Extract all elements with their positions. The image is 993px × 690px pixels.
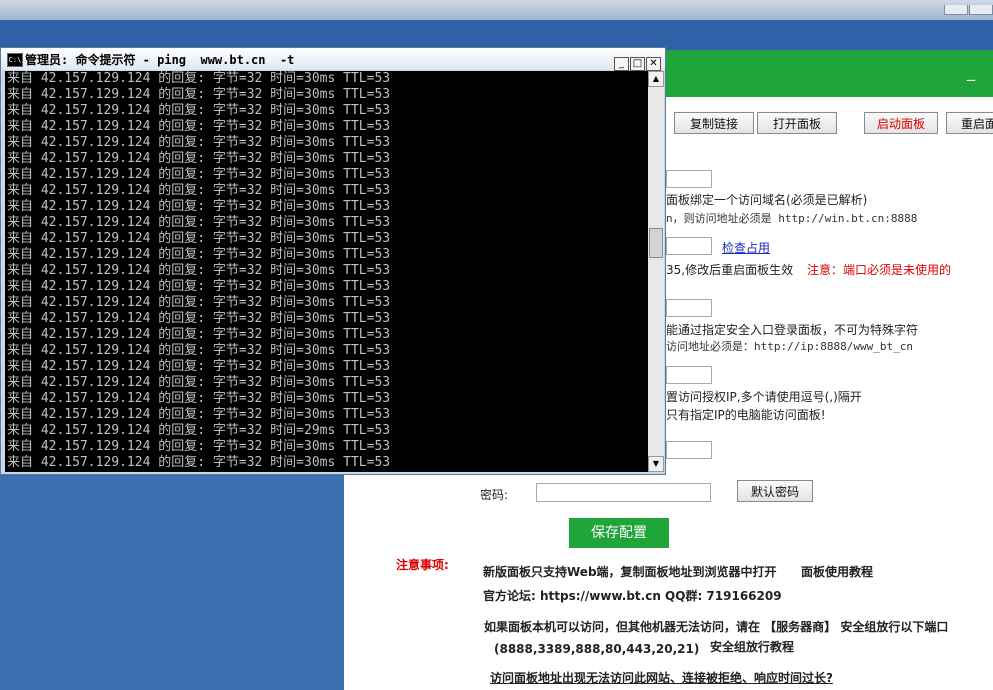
ip-hint-2: 只有指定IP的电脑能访问面板! [666,408,826,422]
cmd-title: 管理员: 命令提示符 - ping www.bt.cn -t [25,53,295,67]
cmd-output-line: 来自 42.157.129.124 的回复: 字节=32 时间=30ms TTL… [7,327,391,342]
minimize-icon[interactable]: _ [967,62,975,81]
cmd-output-line: 来自 42.157.129.124 的回复: 字节=32 时间=30ms TTL… [7,167,391,182]
check-port-link[interactable]: 检查占用 [722,239,770,256]
authorized-ip-input[interactable] [666,366,712,384]
restart-panel-button[interactable]: 重启面 [946,112,993,134]
note-web-only: 新版面板只支持Web端，复制面板地址到浏览器中打开 [483,565,777,579]
cmd-output-line: 来自 42.157.129.124 的回复: 字节=32 时间=30ms TTL… [7,183,391,198]
security-entry-input[interactable] [666,299,712,317]
top-window-edge [0,0,993,21]
scroll-up-icon[interactable]: ▲ [648,71,664,87]
password-input[interactable] [536,483,711,502]
domain-input[interactable] [666,170,712,188]
top-window-controls[interactable] [943,0,993,15]
minimize-icon[interactable]: _ [614,57,629,71]
username-input[interactable] [666,441,712,459]
desktop-background [0,20,993,50]
cmd-output-line: 来自 42.157.129.124 的回复: 字节=32 时间=30ms TTL… [7,215,391,230]
cmd-window-controls: _ □ ✕ [613,51,661,71]
cmd-output-line: 来自 42.157.129.124 的回复: 字节=32 时间=30ms TTL… [7,407,391,422]
password-label: 密码: [480,488,509,502]
cmd-output-line: 来自 42.157.129.124 的回复: 字节=32 时间=30ms TTL… [7,455,391,470]
cmd-output-line: 来自 42.157.129.124 的回复: 字节=32 时间=30ms TTL… [7,375,391,390]
close-icon[interactable]: ✕ [646,57,661,71]
cmd-output-line: 来自 42.157.129.124 的回复: 字节=32 时间=30ms TTL… [7,119,391,134]
scroll-thumb[interactable] [649,228,663,258]
entry-example: 访问地址必须是：http://ip:8888/www_bt_cn [666,340,913,353]
cmd-output-line: 来自 42.157.129.124 的回复: 字节=32 时间=30ms TTL… [7,439,391,454]
cmd-output[interactable]: 来自 42.157.129.124 的回复: 字节=32 时间=30ms TTL… [5,71,648,472]
port-hint: 35,修改后重启面板生效 [666,263,794,277]
cmd-output-line: 来自 42.157.129.124 的回复: 字节=32 时间=30ms TTL… [7,199,391,214]
access-issue-link[interactable]: 访问面板地址出现无法访问此网站、连接被拒绝、响应时间过长? [490,669,833,686]
port-input[interactable] [666,237,712,255]
start-panel-button[interactable]: 启动面板 [864,112,938,134]
cmd-output-line: 来自 42.157.129.124 的回复: 字节=32 时间=30ms TTL… [7,359,391,374]
cmd-output-line: 来自 42.157.129.124 的回复: 字节=32 时间=30ms TTL… [7,279,391,294]
note-forum-qq: 官方论坛: https://www.bt.cn QQ群: 719166209 [483,589,782,603]
security-group-tutorial-link[interactable]: 安全组放行教程 [710,638,794,655]
cmd-output-line: 来自 42.157.129.124 的回复: 字节=32 时间=30ms TTL… [7,231,391,246]
note-ports: (8888,3389,888,80,443,20,21) [494,642,700,656]
cmd-output-line: 来自 42.157.129.124 的回复: 字节=32 时间=30ms TTL… [7,135,391,150]
cmd-output-line: 来自 42.157.129.124 的回复: 字节=32 时间=30ms TTL… [7,151,391,166]
cmd-output-line: 来自 42.157.129.124 的回复: 字节=32 时间=29ms TTL… [7,423,391,438]
cmd-output-line: 来自 42.157.129.124 的回复: 字节=32 时间=30ms TTL… [7,87,391,102]
cmd-output-line: 来自 42.157.129.124 的回复: 字节=32 时间=30ms TTL… [7,343,391,358]
cmd-output-line: 来自 42.157.129.124 的回复: 字节=32 时间=30ms TTL… [7,103,391,118]
save-config-button[interactable]: 保存配置 [569,518,669,548]
notes-title: 注意事项: [396,558,449,572]
cmd-output-line: 来自 42.157.129.124 的回复: 字节=32 时间=30ms TTL… [7,311,391,326]
cmd-output-line: 来自 42.157.129.124 的回复: 字节=32 时间=30ms TTL… [7,263,391,278]
open-panel-button[interactable]: 打开面板 [757,112,837,134]
entry-hint: 能通过指定安全入口登录面板，不可为特殊字符 [666,323,919,337]
cmd-output-line: 来自 42.157.129.124 的回复: 字节=32 时间=30ms TTL… [7,391,391,406]
scroll-down-icon[interactable]: ▼ [648,456,664,472]
ip-hint: 置访问授权IP,多个请使用逗号(,)隔开 [666,390,862,404]
cmd-titlebar[interactable]: C:\ 管理员: 命令提示符 - ping www.bt.cn -t _ □ ✕ [1,48,665,71]
cmd-app-icon: C:\ [7,53,23,67]
cmd-output-line: 来自 42.157.129.124 的回复: 字节=32 时间=30ms TTL… [7,247,391,262]
note-firewall: 如果面板本机可以访问，但其他机器无法访问，请在 【服务器商】 安全组放行以下端口 [484,620,949,634]
cmd-output-line: 来自 42.157.129.124 的回复: 字节=32 时间=30ms TTL… [7,295,391,310]
default-password-button[interactable]: 默认密码 [737,480,813,502]
cmd-window: C:\ 管理员: 命令提示符 - ping www.bt.cn -t _ □ ✕ 来… [0,47,666,475]
panel-tutorial-link[interactable]: 面板使用教程 [801,563,873,580]
maximize-icon[interactable]: □ [630,57,645,71]
domain-example: n，则访问地址必须是 http://win.bt.cn:8888 [666,212,918,225]
cmd-output-line: 来自 42.157.129.124 的回复: 字节=32 时间=30ms TTL… [7,71,391,86]
copy-link-button[interactable]: 复制链接 [674,112,754,134]
port-warning: 注意：端口必须是未使用的 [807,263,952,277]
domain-hint: 面板绑定一个访问域名(必须是已解析) [666,193,868,207]
cmd-scrollbar[interactable]: ▲ ▼ [648,71,664,472]
